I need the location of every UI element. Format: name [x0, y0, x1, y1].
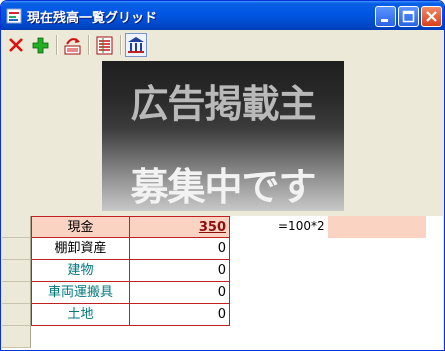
app-window: 現在残高一覧グリッド 広告掲載主 募集中です 現金 350 =100*2 棚卸資…	[0, 0, 445, 351]
account-name-cell[interactable]: 土地	[31, 304, 130, 326]
balance-cell[interactable]: 0	[130, 260, 230, 282]
table-row: 現金 350 =100*2	[2, 216, 443, 238]
table-row: 建物 0	[2, 260, 443, 282]
delete-button[interactable]	[6, 33, 28, 57]
window-title: 現在残高一覧グリッド	[27, 11, 158, 26]
highlighted-cell[interactable]	[328, 216, 426, 238]
row-header[interactable]	[2, 260, 31, 282]
maximize-icon	[402, 10, 415, 23]
red-arrow-refresh-icon	[64, 38, 81, 55]
app-icon	[6, 8, 22, 24]
list-button[interactable]	[94, 33, 116, 57]
row-header[interactable]	[2, 326, 31, 348]
refresh-button[interactable]	[62, 33, 84, 57]
bank-button[interactable]	[125, 33, 147, 57]
row-header[interactable]	[2, 238, 31, 260]
table-row: 棚卸資産 0	[2, 238, 443, 260]
row-header[interactable]	[2, 304, 31, 326]
table-row	[2, 326, 443, 348]
balance-cell[interactable]: 0	[130, 238, 230, 260]
ad-text-line1: 広告掲載主	[130, 82, 316, 126]
add-button[interactable]	[30, 33, 52, 57]
document-list-icon	[96, 36, 113, 55]
toolbar	[1, 30, 444, 60]
table-row: 車両運搬具 0	[2, 282, 443, 304]
ad-banner[interactable]: 広告掲載主 募集中です	[102, 61, 344, 211]
green-plus-icon	[32, 37, 49, 54]
balance-grid: 現金 350 =100*2 棚卸資産 0 建物 0 車両運搬具 0 土地 0	[2, 216, 443, 350]
maximize-button[interactable]	[398, 6, 419, 27]
table-row: 土地 0	[2, 304, 443, 326]
account-name-cell[interactable]: 建物	[31, 260, 130, 282]
ad-text-line2: 募集中です	[130, 165, 316, 209]
balance-cell[interactable]: 0	[130, 304, 230, 326]
minimize-icon	[381, 19, 388, 22]
account-name-cell[interactable]: 棚卸資産	[31, 238, 130, 260]
close-button[interactable]	[421, 6, 442, 27]
account-name-cell[interactable]: 車両運搬具	[31, 282, 130, 304]
balance-cell[interactable]: 350	[130, 216, 230, 238]
account-name-cell[interactable]: 現金	[31, 216, 130, 238]
row-header[interactable]	[2, 282, 31, 304]
formula-input[interactable]: =100*2	[232, 216, 326, 238]
close-icon	[426, 11, 437, 22]
toolbar-separator	[120, 35, 122, 55]
red-x-icon	[9, 38, 23, 52]
toolbar-separator	[56, 35, 58, 55]
title-bar[interactable]: 現在残高一覧グリッド	[1, 1, 444, 30]
bank-building-icon	[128, 37, 144, 53]
minimize-button[interactable]	[375, 6, 396, 27]
row-header[interactable]	[2, 216, 31, 238]
toolbar-separator	[88, 35, 90, 55]
balance-cell[interactable]: 0	[130, 282, 230, 304]
